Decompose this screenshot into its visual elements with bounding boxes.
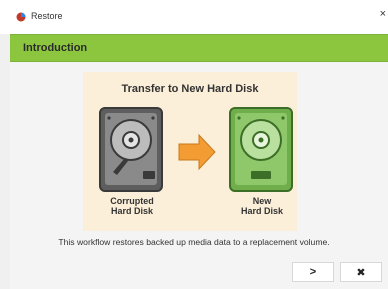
new-disk-label: New Hard Disk — [240, 196, 284, 216]
cancel-button[interactable]: ✖ — [340, 262, 382, 282]
new-disk-icon — [229, 107, 293, 192]
app-icon — [16, 12, 26, 22]
window-close-icon[interactable]: × — [380, 9, 386, 20]
restore-window: Restore × Introduction Transfer to New H… — [0, 0, 388, 289]
title-bar: Restore × — [0, 0, 388, 34]
header-band: Introduction — [10, 34, 388, 62]
next-button[interactable]: > — [292, 262, 334, 282]
next-arrow-icon: > — [309, 266, 317, 278]
close-icon: ✖ — [356, 266, 366, 279]
corrupted-disk-label: Corrupted Hard Disk — [110, 196, 154, 216]
transfer-arrow-icon — [178, 133, 216, 171]
corrupted-disk-icon — [99, 107, 163, 192]
transfer-illustration: Transfer to New Hard Disk Corrupted Hard… — [83, 72, 297, 231]
workflow-description: This workflow restores backed up media d… — [58, 237, 330, 247]
window-title: Restore — [31, 11, 63, 21]
page-title: Introduction — [23, 42, 88, 54]
